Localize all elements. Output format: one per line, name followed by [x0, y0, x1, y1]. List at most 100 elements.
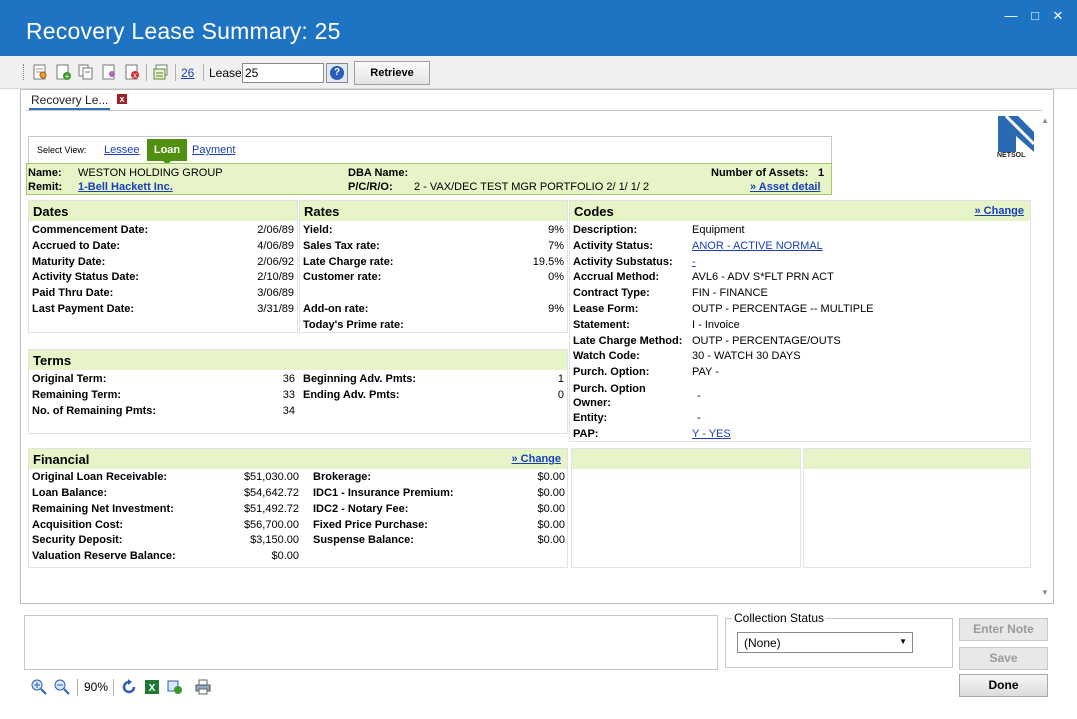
- tab-close-icon[interactable]: x: [117, 94, 127, 104]
- user-document-icon[interactable]: [101, 64, 117, 80]
- name-label: Name:: [28, 167, 62, 179]
- idc2-value: $0.00: [537, 503, 565, 515]
- idc1-label: IDC1 - Insurance Premium:: [313, 487, 454, 499]
- suspense-balance-label: Suspense Balance:: [313, 534, 414, 546]
- scroll-down-icon[interactable]: ▼: [1041, 588, 1049, 597]
- remaining-net-investment-label: Remaining Net Investment:: [32, 503, 174, 515]
- dates-heading: Dates: [33, 204, 69, 219]
- dates-section: Dates Commencement Date: 2/06/89 Accrued…: [28, 200, 298, 333]
- zoom-level: 90%: [84, 680, 109, 694]
- collection-status-select[interactable]: (None) ▼: [737, 632, 913, 653]
- acquisition-cost-value: $56,700.00: [243, 519, 299, 531]
- delete-document-icon[interactable]: x: [124, 64, 140, 80]
- remaining-pmts-label: No. of Remaining Pmts:: [32, 405, 157, 417]
- codes-section: Codes » Change Description: Equipment Ac…: [569, 200, 1031, 442]
- description-value: Equipment: [692, 224, 745, 236]
- entity-label: Entity:: [573, 412, 608, 424]
- retrieve-button[interactable]: Retrieve: [354, 61, 430, 85]
- activity-substatus-link[interactable]: -: [692, 256, 696, 268]
- activity-substatus-label: Activity Substatus:: [573, 256, 673, 268]
- done-button[interactable]: Done: [959, 674, 1048, 697]
- title-bar: Recovery Lease Summary: 25 — □ ✕: [0, 0, 1077, 56]
- asset-detail-link[interactable]: » Asset detail: [750, 181, 821, 193]
- idc2-label: IDC2 - Notary Fee:: [313, 503, 409, 515]
- save-button[interactable]: Save: [959, 647, 1048, 670]
- assets-count: 1: [818, 167, 825, 179]
- add-on-rate-label: Add-on rate:: [303, 303, 369, 315]
- close-icon[interactable]: ✕: [1050, 8, 1066, 24]
- view-loan-tab[interactable]: Loan: [147, 139, 187, 161]
- view-lessee-link[interactable]: Lessee: [104, 144, 139, 156]
- netsol-logo-text: NETSOL: [997, 152, 1026, 159]
- codes-change-link[interactable]: » Change: [974, 205, 1024, 217]
- excel-export-icon[interactable]: X: [144, 679, 160, 695]
- lease-list-icon[interactable]: [153, 64, 169, 80]
- remaining-net-investment-value: $51,492.72: [243, 503, 299, 515]
- fixed-price-purchase-label: Fixed Price Purchase:: [313, 519, 428, 531]
- watch-code-value: 30 - WATCH 30 DAYS: [692, 350, 801, 362]
- tab-recovery-lease[interactable]: Recovery Le...: [29, 93, 111, 110]
- toolbar: + x 26 Lease ? Retrieve: [0, 56, 1077, 89]
- zoom-out-icon[interactable]: [54, 679, 70, 695]
- refresh-icon[interactable]: [121, 679, 137, 695]
- codes-heading: Codes: [574, 204, 614, 219]
- brokerage-label: Brokerage:: [313, 471, 372, 483]
- last-payment-date-label: Last Payment Date:: [32, 303, 135, 315]
- zoom-in-icon[interactable]: [31, 679, 47, 695]
- description-label: Description:: [573, 224, 638, 236]
- empty-panel-two: [803, 448, 1031, 568]
- fixed-price-purchase-value: $0.00: [537, 519, 565, 531]
- statement-value: I - Invoice: [692, 319, 740, 331]
- late-charge-method-value: OUTP - PERCENTAGE/OUTS: [692, 335, 841, 347]
- activity-status-link[interactable]: ANOR - ACTIVE NORMAL: [692, 240, 823, 252]
- idc1-value: $0.00: [537, 487, 565, 499]
- remit-link[interactable]: 1-Bell Hackett Inc.: [78, 181, 173, 193]
- lease-search-icon[interactable]: [32, 64, 48, 80]
- print-icon[interactable]: [195, 679, 211, 695]
- statement-label: Statement:: [573, 319, 630, 331]
- collection-status-label: Collection Status: [732, 611, 827, 625]
- view-payment-link[interactable]: Payment: [192, 144, 235, 156]
- sales-tax-rate-value: 7%: [548, 240, 564, 252]
- lease-input[interactable]: [242, 63, 324, 83]
- copy-document-icon[interactable]: [78, 64, 94, 80]
- accrual-method-value: AVL6 - ADV S*FLT PRN ACT: [692, 271, 834, 283]
- pap-label: PAP:: [573, 428, 599, 440]
- scroll-up-icon[interactable]: ▲: [1041, 116, 1049, 125]
- original-term-value: 36: [282, 373, 295, 385]
- purch-option-owner-label: Purch. Option Owner:: [573, 383, 646, 409]
- help-button[interactable]: ?: [326, 63, 348, 83]
- lease-number-link[interactable]: 26: [181, 66, 194, 80]
- valuation-reserve-value: $0.00: [271, 550, 299, 562]
- terms-heading: Terms: [33, 353, 72, 368]
- security-deposit-value: $3,150.00: [250, 534, 299, 546]
- lease-label: Lease: [209, 66, 242, 80]
- svg-text:x: x: [133, 71, 137, 80]
- add-item-icon[interactable]: [167, 679, 183, 695]
- minimize-icon[interactable]: —: [1003, 8, 1019, 23]
- late-charge-rate-value: 19.5%: [532, 256, 564, 268]
- tab-divider: [26, 110, 1042, 111]
- new-document-icon[interactable]: +: [55, 64, 71, 80]
- enter-note-button[interactable]: Enter Note: [959, 618, 1048, 641]
- maximize-icon[interactable]: □: [1027, 8, 1043, 23]
- collection-status-group: Collection Status (None) ▼: [725, 611, 953, 668]
- activity-status-date-label: Activity Status Date:: [32, 271, 139, 283]
- dba-label: DBA Name:: [348, 167, 409, 179]
- rates-heading: Rates: [304, 204, 340, 219]
- financial-section: Financial » Change Original Loan Receiva…: [28, 448, 568, 568]
- late-charge-method-label: Late Charge Method:: [573, 335, 683, 347]
- pap-link[interactable]: Y - YES: [692, 428, 731, 440]
- remaining-term-value: 33: [282, 389, 295, 401]
- activity-status-label: Activity Status:: [573, 240, 654, 252]
- brokerage-value: $0.00: [537, 471, 565, 483]
- last-payment-date-value: 3/31/89: [257, 303, 294, 315]
- notes-textarea[interactable]: [24, 615, 718, 670]
- rates-section: Rates Yield: 9% Sales Tax rate: 7% Late …: [299, 200, 568, 333]
- vertical-scrollbar[interactable]: ▲ ▼: [1037, 112, 1053, 602]
- accrued-date-label: Accrued to Date:: [32, 240, 121, 252]
- activity-status-date-value: 2/10/89: [257, 271, 294, 283]
- financial-change-link[interactable]: » Change: [511, 453, 561, 465]
- ending-adv-pmts-label: Ending Adv. Pmts:: [303, 389, 400, 401]
- paid-thru-date-label: Paid Thru Date:: [32, 287, 114, 299]
